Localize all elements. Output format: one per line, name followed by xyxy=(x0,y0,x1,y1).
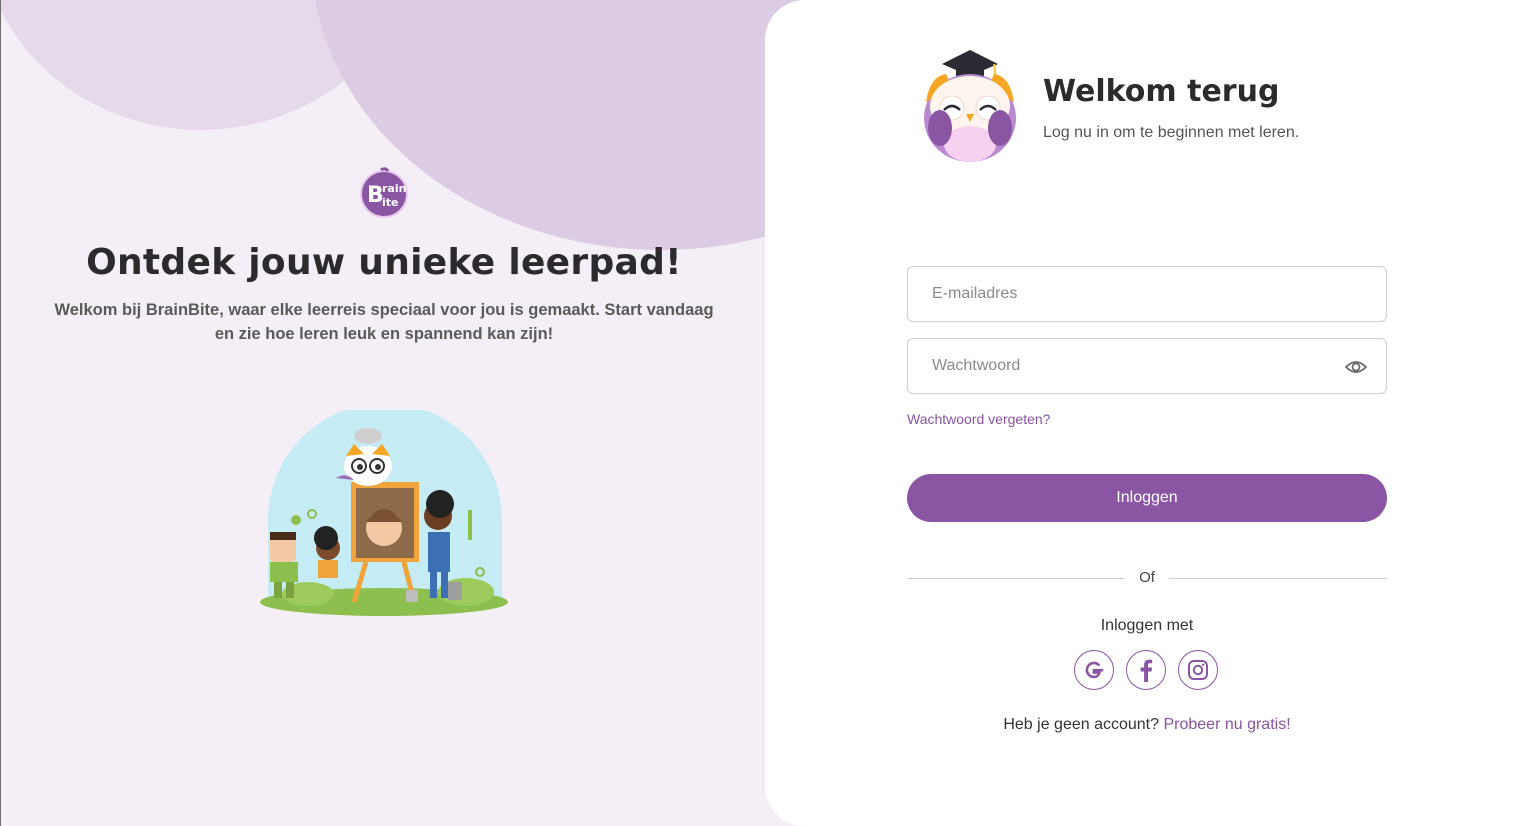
google-login-button[interactable] xyxy=(1074,650,1114,690)
forgot-password-link[interactable]: Wachtwoord vergeten? xyxy=(907,411,1050,427)
social-login-buttons xyxy=(1074,650,1218,690)
page-title: Welkom terug xyxy=(1043,74,1280,109)
eye-icon[interactable] xyxy=(1344,356,1368,378)
signup-row: Heb je geen account? Probeer nu gratis! xyxy=(907,716,1387,734)
divider-label: Of xyxy=(1139,569,1155,586)
promo-subtext: Welkom bij BrainBite, waar elke leerreis… xyxy=(54,301,714,343)
svg-text:rain: rain xyxy=(382,182,406,195)
facebook-login-button[interactable] xyxy=(1126,650,1166,690)
svg-text:ite: ite xyxy=(382,196,399,209)
divider-line xyxy=(907,578,1125,579)
instagram-login-button[interactable] xyxy=(1178,650,1218,690)
promo-headline: Ontdek jouw unieke leerpad! xyxy=(86,242,682,283)
email-field[interactable] xyxy=(907,266,1387,322)
login-with-label: Inloggen met xyxy=(1100,617,1194,634)
signup-prompt: Heb je geen account? xyxy=(1003,716,1160,733)
login-panel: Welkom terug Log nu in om te beginnen me… xyxy=(765,0,1529,826)
email-input[interactable] xyxy=(932,285,1362,303)
brainbite-logo: B rain ite xyxy=(360,167,408,218)
divider-line xyxy=(1169,578,1387,579)
page-subtitle: Log nu in om te beginnen met leren. xyxy=(1043,124,1300,141)
promo-panel: B rain ite Ontdek jouw unieke leerpad! W… xyxy=(0,0,800,826)
instagram-icon xyxy=(1188,660,1208,680)
password-input[interactable] xyxy=(932,357,1362,375)
kids-painting-illustration xyxy=(260,410,508,616)
password-field[interactable] xyxy=(907,338,1387,394)
signup-link[interactable]: Probeer nu gratis! xyxy=(1163,716,1290,733)
google-icon xyxy=(1085,661,1104,679)
facebook-icon xyxy=(1140,659,1153,682)
or-divider: Of xyxy=(907,568,1387,588)
login-button[interactable]: Inloggen xyxy=(907,474,1387,522)
owl-mascot xyxy=(924,50,1016,162)
